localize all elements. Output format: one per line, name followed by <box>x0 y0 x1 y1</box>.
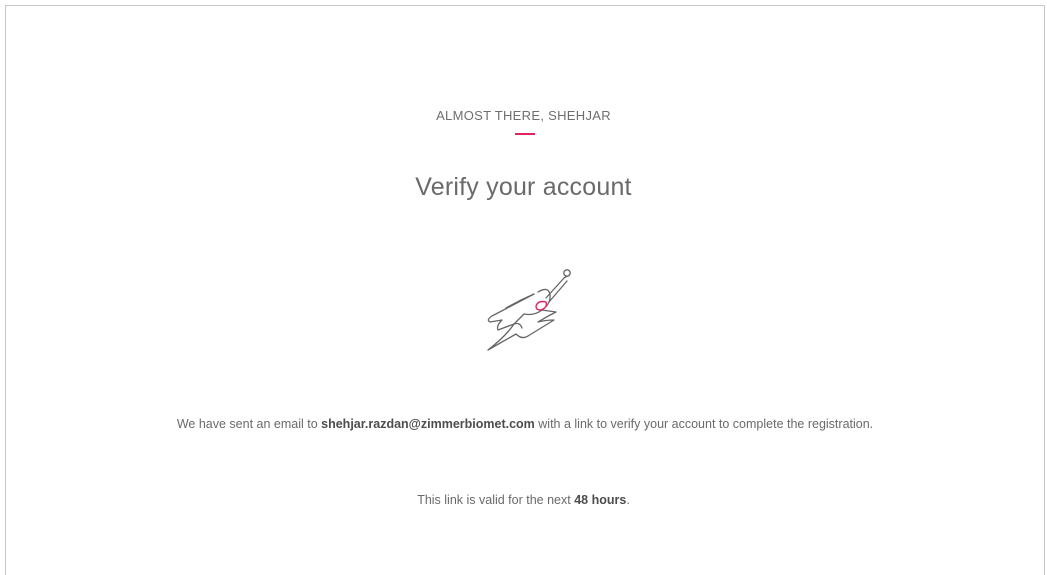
validity-prefix: This link is valid for the next <box>417 493 575 507</box>
page-title: Verify your account <box>415 173 632 201</box>
validity-suffix: . <box>626 493 630 507</box>
email-sent-message: We have sent an email to shehjar.razdan@… <box>150 414 900 434</box>
greeting-eyebrow: ALMOST THERE, SHEHJAR <box>436 108 611 123</box>
message-suffix: with a link to verify your account to co… <box>534 417 874 431</box>
message-prefix: We have sent an email to <box>176 417 322 431</box>
validity-duration: 48 hours <box>574 493 627 507</box>
accent-divider <box>515 133 535 135</box>
recipient-email: shehjar.razdan@zimmerbiomet.com <box>321 417 535 431</box>
link-validity-note: This link is valid for the next 48 hours… <box>0 490 1047 510</box>
superhero-flying-icon <box>476 264 576 356</box>
